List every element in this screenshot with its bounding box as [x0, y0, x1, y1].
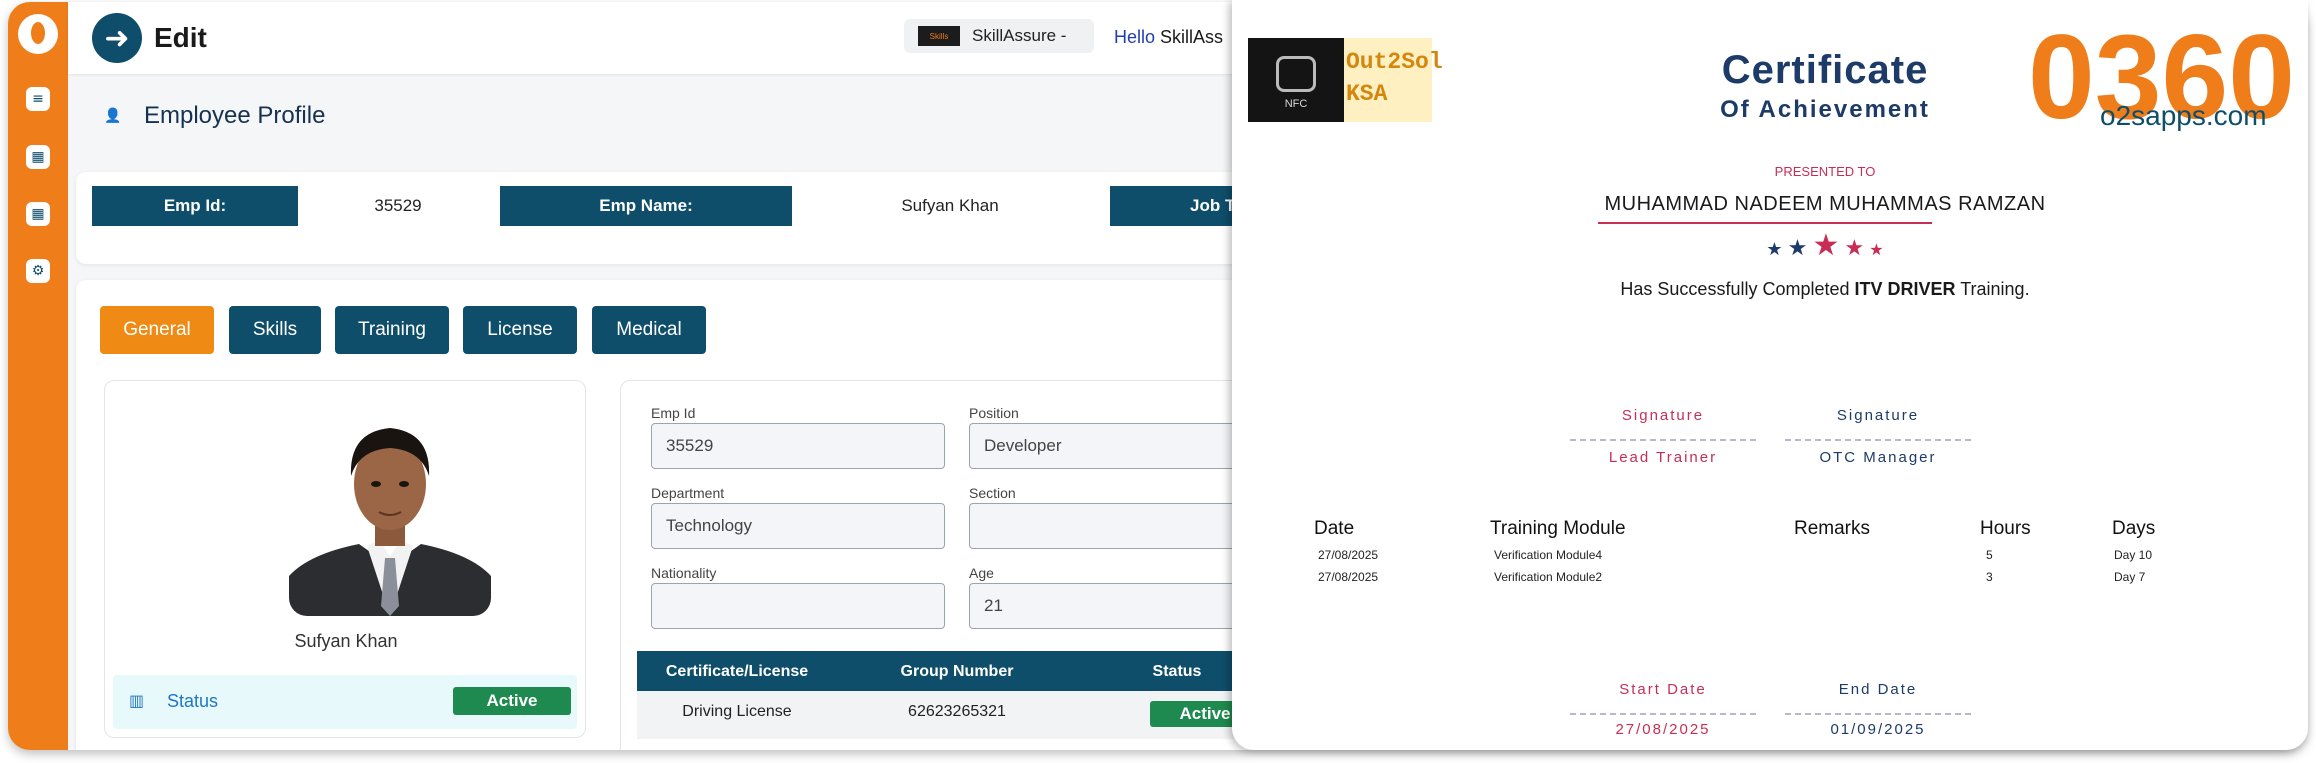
status-label: Status	[167, 691, 219, 711]
column-header: Status	[1152, 663, 1202, 680]
emp-name-value: Sufyan Khan	[792, 186, 1108, 226]
completion-statement: Has Successfully Completed ITV DRIVER Tr…	[1620, 279, 2030, 299]
signature-line	[1785, 439, 1971, 441]
tab-license[interactable]: License	[463, 306, 577, 354]
sidebar: ≡ ▦ ▦ ⚙	[8, 2, 68, 750]
license-name: Driving License	[682, 703, 792, 720]
org-logo: Skills	[918, 26, 960, 46]
department-field-label: Department	[651, 485, 725, 501]
org-name: SkillAssure -	[972, 26, 1067, 45]
certificate-preview: NFC Out2Sol KSA Certificate Of Achieveme…	[1232, 0, 2308, 750]
profile-header: 👤 Employee Profile	[68, 80, 1248, 146]
signature-right-role: OTC Manager	[1819, 449, 1937, 466]
employee-photo	[289, 406, 491, 616]
logo-url: o2sapps.com	[2100, 100, 2267, 131]
license-table-header: Certificate/License Group Number Status	[637, 651, 1257, 691]
photo-card: Sufyan Khan ▥ Status Active	[104, 380, 586, 738]
section-field-label: Section	[969, 485, 1016, 501]
user-greeting[interactable]: Hello SkillAss	[1114, 27, 1223, 48]
module-days: Day 7	[2114, 570, 2146, 584]
top-bar: ➜ Edit Skills SkillAssure - Hello SkillA…	[68, 2, 1248, 74]
department-field[interactable]: Technology	[651, 503, 945, 549]
table-row[interactable]: Driving License 62623265321 Active	[637, 691, 1260, 739]
end-date-value: 01/09/2025	[1830, 721, 1926, 738]
end-date-label: End Date	[1838, 681, 1918, 698]
table-icon[interactable]: ▦	[26, 202, 50, 226]
column-header: Hours	[1980, 518, 2031, 539]
gear-icon[interactable]: ⚙	[26, 259, 50, 283]
module-date: 27/08/2025	[1318, 570, 1379, 584]
module-name: Verification Module4	[1494, 548, 1603, 562]
position-field-label: Position	[969, 405, 1019, 421]
column-header: Training Module	[1490, 518, 1626, 539]
back-arrow-icon[interactable]: ➜	[92, 13, 142, 63]
module-days: Day 10	[2114, 548, 2153, 562]
employee-summary: Emp Id: 35529 Emp Name: Sufyan Khan Job …	[76, 172, 1256, 264]
column-header: Certificate/License	[665, 663, 809, 680]
app-logo[interactable]	[18, 14, 58, 54]
building-icon: ▥	[129, 691, 145, 710]
signature-left-role: Lead Trainer	[1608, 449, 1718, 466]
nationality-field[interactable]	[651, 583, 945, 629]
star-rating-icon: ★ ★ ★ ★ ★	[1766, 228, 1884, 263]
details-form: Emp Id 35529 Position Developer Departme…	[620, 380, 1281, 750]
group-number: 62623265321	[908, 703, 1006, 720]
status-badge: Active	[453, 687, 571, 715]
nationality-field-label: Nationality	[651, 565, 717, 581]
tab-skills[interactable]: Skills	[229, 306, 321, 354]
grid-icon[interactable]: ▦	[26, 145, 50, 169]
status-row: ▥ Status Active	[113, 675, 577, 729]
column-header: Remarks	[1794, 518, 1871, 539]
column-header: Days	[2112, 518, 2156, 539]
organization-selector[interactable]: Skills SkillAssure -	[904, 19, 1094, 53]
module-name: Verification Module2	[1494, 570, 1603, 584]
emp-id-field[interactable]: 35529	[651, 423, 945, 469]
tab-medical[interactable]: Medical	[592, 306, 706, 354]
tab-general[interactable]: General	[100, 306, 214, 354]
employee-name: Sufyan Khan	[294, 631, 398, 651]
emp-name-label: Emp Name:	[500, 186, 792, 226]
tab-training[interactable]: Training	[335, 306, 449, 354]
start-date-label: Start Date	[1619, 681, 1707, 698]
date-line	[1570, 713, 1756, 715]
emp-id-label: Emp Id:	[92, 186, 298, 226]
user-icon: 👤	[104, 108, 122, 124]
page-heading: Edit	[154, 22, 207, 53]
module-hours: 5	[1986, 548, 1993, 562]
recipient-name: MUHAMMAD NADEEM MUHAMMAS RAMZAN	[1604, 193, 2046, 215]
profile-content: General Skills Training License Medical	[76, 280, 1281, 750]
emp-id-value: 35529	[298, 186, 498, 226]
emp-id-field-label: Emp Id	[651, 405, 696, 421]
column-header: Group Number	[900, 663, 1014, 680]
signature-left-label: Signature	[1621, 407, 1705, 424]
menu-icon[interactable]: ≡	[26, 87, 50, 111]
module-hours: 3	[1986, 570, 1993, 584]
module-date: 27/08/2025	[1318, 548, 1379, 562]
name-underline	[1598, 222, 1932, 224]
page-title: Employee Profile	[144, 102, 326, 129]
presented-to-label: PRESENTED TO	[1774, 164, 1876, 179]
signature-right-label: Signature	[1836, 407, 1920, 424]
age-field-label: Age	[969, 565, 994, 581]
column-header: Date	[1314, 518, 1355, 539]
start-date-value: 27/08/2025	[1615, 721, 1711, 738]
date-line	[1785, 713, 1971, 715]
signature-line	[1570, 439, 1756, 441]
